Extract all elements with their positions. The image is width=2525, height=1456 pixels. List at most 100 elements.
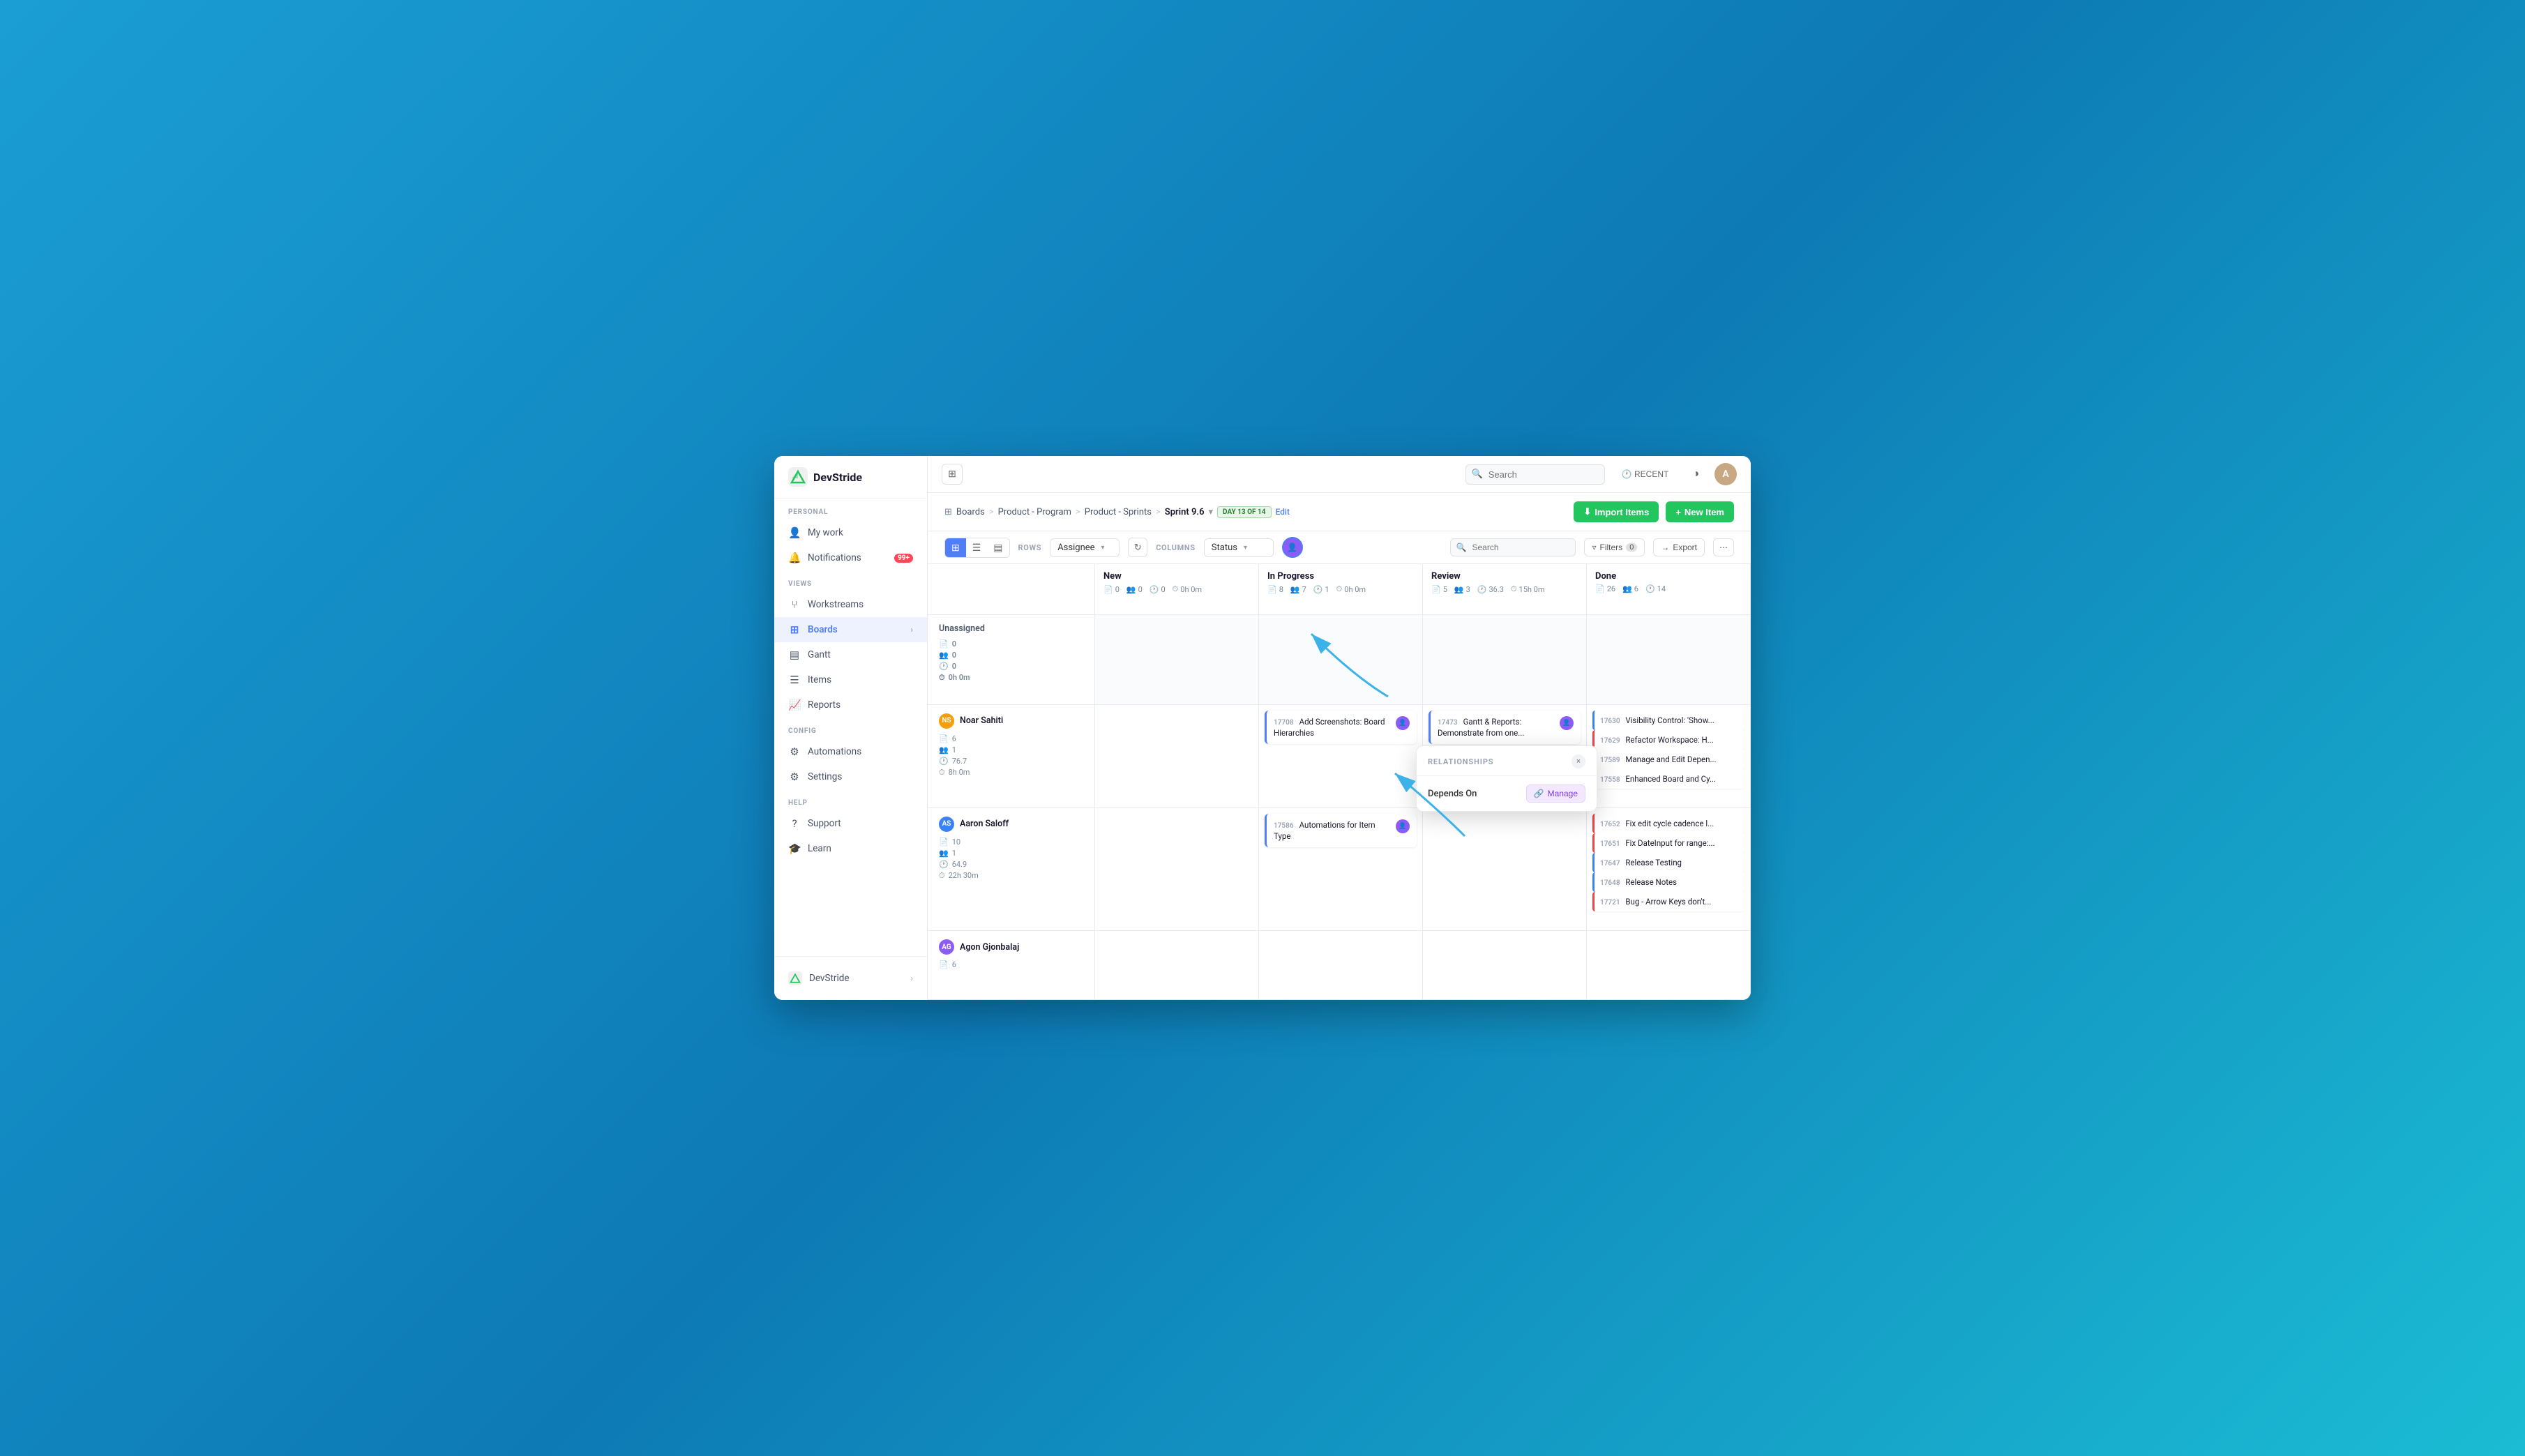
stat-val: 76.7 xyxy=(952,757,967,766)
main-content: ⊞ 🔍 🕐 RECENT ◑ A ⊞ Boards > xyxy=(928,456,1751,1000)
noar-done-cell: 17630 Visibility Control: 'Show... 17629… xyxy=(1587,705,1751,808)
toolbar-search-input[interactable] xyxy=(1450,538,1576,556)
help-section-label: HELP xyxy=(774,789,927,811)
sidebar: DevStride PERSONAL 👤 My work 🔔 Notificat… xyxy=(774,456,928,1000)
sidebar-item-notifications[interactable]: 🔔 Notifications 99+ xyxy=(774,545,927,570)
sidebar-item-reports[interactable]: 📈 Reports xyxy=(774,692,927,718)
stat-val: 0h 0m xyxy=(1180,585,1202,594)
recent-button[interactable]: 🕐 RECENT xyxy=(1613,465,1678,483)
card-id-17586: 17586 xyxy=(1274,822,1294,830)
unassigned-clock-stat: 🕐 0 xyxy=(939,662,1083,671)
aaron-user: AS Aaron Saloff xyxy=(939,817,1083,832)
sidebar-item-my-work[interactable]: 👤 My work xyxy=(774,520,927,545)
stat-val: 3 xyxy=(1466,585,1470,594)
card-17629[interactable]: 17629 Refactor Workspace: H... xyxy=(1592,730,1744,750)
edit-link[interactable]: Edit xyxy=(1276,507,1290,517)
view-table-button[interactable]: ▤ xyxy=(987,538,1009,557)
card-17647[interactable]: 17647 Release Testing xyxy=(1592,853,1744,872)
popup-body: Depends On 🔗 Manage xyxy=(1417,776,1597,811)
import-items-button[interactable]: ⬇ Import Items xyxy=(1574,501,1659,522)
noar-avatar-text: NS xyxy=(942,717,951,725)
header-actions: ⬇ Import Items + New Item xyxy=(1574,501,1734,522)
more-options-button[interactable]: ⋯ xyxy=(1713,538,1734,556)
export-button[interactable]: → Export xyxy=(1653,538,1705,556)
done-col-stats: 📄 26 👥 6 🕐 14 xyxy=(1595,584,1742,593)
breadcrumb-sep2: > xyxy=(1076,507,1080,517)
clock-icon: 🕐 xyxy=(939,757,949,766)
users-icon: 👥 xyxy=(1126,585,1136,594)
new-col-header: New 📄 0 👥 0 🕐 0 xyxy=(1095,564,1259,615)
sprint-dropdown-icon[interactable]: ▾ xyxy=(1209,507,1214,517)
new-col-stats: 📄 0 👥 0 🕐 0 ⏱ 0h 0m xyxy=(1103,584,1250,594)
sidebar-item-automations[interactable]: ⚙ Automations xyxy=(774,739,927,764)
new-item-button[interactable]: + New Item xyxy=(1666,501,1734,522)
user-filter-avatar[interactable]: 👤 xyxy=(1282,537,1303,558)
user-avatar-topbar[interactable]: A xyxy=(1714,463,1737,485)
card-17586[interactable]: 17586 Automations for Item Type 👤 xyxy=(1265,814,1417,847)
topbar-search-input[interactable] xyxy=(1465,464,1605,485)
card-17558[interactable]: 17558 Enhanced Board and Cy... xyxy=(1592,769,1744,789)
card-17648[interactable]: 17648 Release Notes xyxy=(1592,872,1744,892)
sidebar-item-workstreams[interactable]: ⑂ Workstreams xyxy=(774,592,927,617)
support-icon: ? xyxy=(788,817,801,830)
rows-label: ROWS xyxy=(1018,543,1042,552)
review-col-header: Review 📄 5 👥 3 🕐 36.3 xyxy=(1423,564,1587,615)
popup-close-button[interactable]: × xyxy=(1571,754,1585,768)
unassigned-time-stat: ⏱ 0h 0m xyxy=(939,673,1083,683)
chevron-right-icon: › xyxy=(910,625,913,635)
rows-select[interactable]: Assignee ▾ xyxy=(1050,538,1120,557)
new-clock-stat: 🕐 0 xyxy=(1150,584,1166,594)
breadcrumb-program[interactable]: Product - Program xyxy=(998,507,1071,517)
card-17651[interactable]: 17651 Fix DateInput for range:... xyxy=(1592,833,1744,853)
users-icon: 👥 xyxy=(939,651,949,660)
sidebar-item-items[interactable]: ☰ Items xyxy=(774,667,927,692)
aaron-row-header: AS Aaron Saloff 📄 10 👥 1 xyxy=(928,808,1095,931)
columns-select[interactable]: Status ▾ xyxy=(1204,538,1274,557)
aaron-doc-stat: 📄 10 xyxy=(939,837,1083,847)
sidebar-item-support[interactable]: ? Support xyxy=(774,811,927,836)
card-17721[interactable]: 17721 Bug - Arrow Keys don't... xyxy=(1592,892,1744,911)
users-icon: 👥 xyxy=(1290,585,1300,594)
card-17630[interactable]: 17630 Visibility Control: 'Show... xyxy=(1592,711,1744,730)
aaron-done-cell: 17652 Fix edit cycle cadence l... 17651 … xyxy=(1587,808,1751,931)
columns-caret-icon: ▾ xyxy=(1244,544,1247,552)
theme-button[interactable]: ◑ xyxy=(1684,464,1708,485)
view-grid-button[interactable]: ⊞ xyxy=(945,538,966,557)
doc-icon: 📄 xyxy=(1431,585,1441,594)
gantt-icon: ▤ xyxy=(788,649,801,661)
card-17652[interactable]: 17652 Fix edit cycle cadence l... xyxy=(1592,814,1744,833)
clock-icon: 🕐 xyxy=(1313,585,1323,594)
stat-val: 5 xyxy=(1443,585,1447,594)
sidebar-bottom-brand[interactable]: DevStride › xyxy=(774,965,927,992)
sidebar-item-label: Boards xyxy=(808,624,838,635)
toolbar: ⊞ ☰ ▤ ROWS Assignee ▾ ↻ COLUMNS Status ▾… xyxy=(928,531,1751,564)
card-17473[interactable]: 17473 Gantt & Reports: Demonstrate from … xyxy=(1429,711,1581,744)
manage-button[interactable]: 🔗 Manage xyxy=(1526,784,1585,803)
expand-button[interactable]: ⊞ xyxy=(942,464,963,485)
unassigned-label: Unassigned 📄 0 👥 0 🕐 xyxy=(939,623,1083,683)
config-section-label: CONFIG xyxy=(774,718,927,739)
unassigned-done-cell xyxy=(1587,615,1751,705)
sidebar-item-label: Gantt xyxy=(808,649,831,660)
card-17708[interactable]: 17708 Add Screenshots: Board Hierarchies… xyxy=(1265,711,1417,744)
clock-icon: 🕐 xyxy=(1150,585,1159,594)
filters-button[interactable]: ▿ Filters 0 xyxy=(1584,538,1645,556)
export-label: Export xyxy=(1673,543,1697,552)
sidebar-item-gantt[interactable]: ▤ Gantt xyxy=(774,642,927,667)
breadcrumb-sprints[interactable]: Product - Sprints xyxy=(1085,507,1152,517)
sidebar-item-settings[interactable]: ⚙ Settings xyxy=(774,764,927,789)
view-list-button[interactable]: ☰ xyxy=(966,538,988,557)
card-17589[interactable]: 17589 Manage and Edit Depen... xyxy=(1592,750,1744,769)
ip-user-stat: 👥 7 xyxy=(1290,584,1306,594)
sidebar-item-boards[interactable]: ⊞ Boards › xyxy=(774,617,927,642)
boards-icon: ⊞ xyxy=(788,623,801,636)
card-id-17589: 17589 xyxy=(1600,757,1620,764)
new-doc-stat: 📄 0 xyxy=(1103,584,1120,594)
refresh-button[interactable]: ↻ xyxy=(1128,538,1147,557)
users-icon: 👥 xyxy=(939,849,949,858)
app-window: DevStride PERSONAL 👤 My work 🔔 Notificat… xyxy=(774,456,1751,1000)
breadcrumb-boards[interactable]: Boards xyxy=(956,507,985,517)
sidebar-item-learn[interactable]: 🎓 Learn xyxy=(774,836,927,861)
topbar: ⊞ 🔍 🕐 RECENT ◑ A xyxy=(928,456,1751,493)
filter-count: 0 xyxy=(1626,543,1637,552)
